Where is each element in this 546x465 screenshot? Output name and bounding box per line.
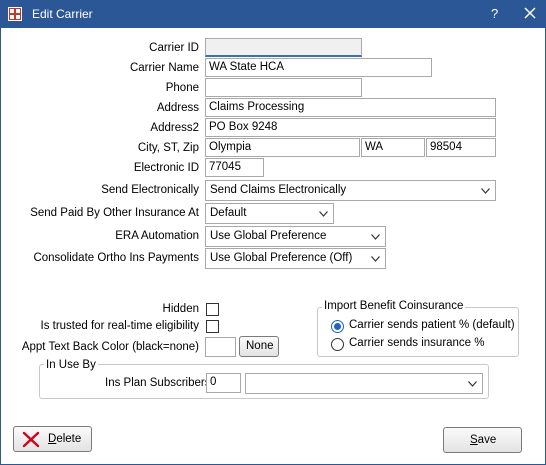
send-electronically-label: Send Electronically xyxy=(101,184,199,196)
delete-button[interactable]: Delete xyxy=(13,426,92,452)
carrier-name-label: Carrier Name xyxy=(129,62,199,74)
trusted-eligibility-label: Is trusted for real-time eligibility xyxy=(40,320,200,332)
title-bar: Edit Carrier ? xyxy=(1,1,545,28)
phone-label: Phone xyxy=(165,82,199,94)
appt-color-label: Appt Text Back Color (black=none) xyxy=(21,341,199,353)
city-field[interactable]: Olympia xyxy=(205,138,360,157)
carrier-sends-patient-radio[interactable] xyxy=(331,320,344,333)
window-title: Edit Carrier xyxy=(32,7,93,21)
save-label: Save xyxy=(470,434,497,446)
electronic-id-label: Electronic ID xyxy=(133,162,199,174)
send-electronically-dropdown[interactable]: Send Claims Electronically xyxy=(205,180,496,201)
era-automation-dropdown[interactable]: Use Global Preference xyxy=(205,226,386,247)
city-st-zip-label: City, ST, Zip xyxy=(137,142,199,154)
in-use-by-title: In Use By xyxy=(44,359,98,371)
address2-field[interactable]: PO Box 9248 xyxy=(205,118,496,137)
carrier-sends-patient-label: Carrier sends patient % (default) xyxy=(349,319,515,331)
appt-color-swatch[interactable] xyxy=(205,337,236,357)
carrier-id-label: Carrier ID xyxy=(149,42,199,54)
carrier-sends-insurance-radio[interactable] xyxy=(331,338,344,351)
carrier-id-field[interactable] xyxy=(205,38,362,57)
delete-label: Delete xyxy=(48,433,82,445)
grid-app-icon xyxy=(8,7,22,21)
consolidate-ortho-label: Consolidate Ortho Ins Payments xyxy=(33,252,199,264)
era-automation-value: Use Global Preference xyxy=(210,230,327,242)
chevron-down-icon xyxy=(468,381,477,387)
carrier-name-field[interactable]: WA State HCA xyxy=(205,58,432,77)
send-paid-by-other-label: Send Paid By Other Insurance At xyxy=(30,207,199,219)
zip-field[interactable]: 98504 xyxy=(426,138,496,157)
send-paid-by-other-value: Default xyxy=(210,207,247,219)
send-paid-by-other-dropdown[interactable]: Default xyxy=(205,203,334,224)
appt-color-none-label: None xyxy=(246,340,274,352)
close-icon[interactable] xyxy=(522,5,538,21)
help-button[interactable]: ? xyxy=(491,6,498,21)
electronic-id-field[interactable]: 77045 xyxy=(205,158,264,177)
red-x-icon xyxy=(22,431,40,448)
import-benefit-title: Import Benefit Coinsurance xyxy=(322,300,466,312)
era-automation-label: ERA Automation xyxy=(115,230,199,242)
phone-field[interactable] xyxy=(205,78,362,97)
trusted-eligibility-checkbox[interactable] xyxy=(206,320,219,333)
address-label: Address xyxy=(156,102,199,114)
send-electronically-value: Send Claims Electronically xyxy=(210,184,347,196)
chevron-down-icon xyxy=(371,234,380,240)
address2-label: Address2 xyxy=(150,122,199,134)
import-benefit-group: Import Benefit Coinsurance Carrier sends… xyxy=(317,300,519,357)
consolidate-ortho-dropdown[interactable]: Use Global Preference (Off) xyxy=(205,248,386,269)
ins-plan-subscribers-count[interactable]: 0 xyxy=(206,373,241,393)
appt-color-none-button[interactable]: None xyxy=(239,336,279,357)
address-field[interactable]: Claims Processing xyxy=(205,98,496,117)
chevron-down-icon xyxy=(481,188,490,194)
in-use-by-group: In Use By Ins Plan Subscribers 0 xyxy=(39,359,489,399)
state-field[interactable]: WA xyxy=(361,138,425,157)
ins-plan-subscribers-label: Ins Plan Subscribers xyxy=(105,377,211,389)
chevron-down-icon xyxy=(371,256,380,262)
carrier-sends-insurance-label: Carrier sends insurance % xyxy=(349,337,485,349)
ins-plan-subscribers-dropdown[interactable] xyxy=(245,373,483,394)
edit-carrier-window: Edit Carrier ? Carrier ID Carrier Name W… xyxy=(0,0,546,465)
save-button[interactable]: Save xyxy=(443,427,522,453)
chevron-down-icon xyxy=(319,211,328,217)
hidden-label: Hidden xyxy=(162,303,199,315)
hidden-checkbox[interactable] xyxy=(206,303,219,316)
consolidate-ortho-value: Use Global Preference (Off) xyxy=(210,252,353,264)
dialog-body: Carrier ID Carrier Name WA State HCA Pho… xyxy=(1,28,545,464)
